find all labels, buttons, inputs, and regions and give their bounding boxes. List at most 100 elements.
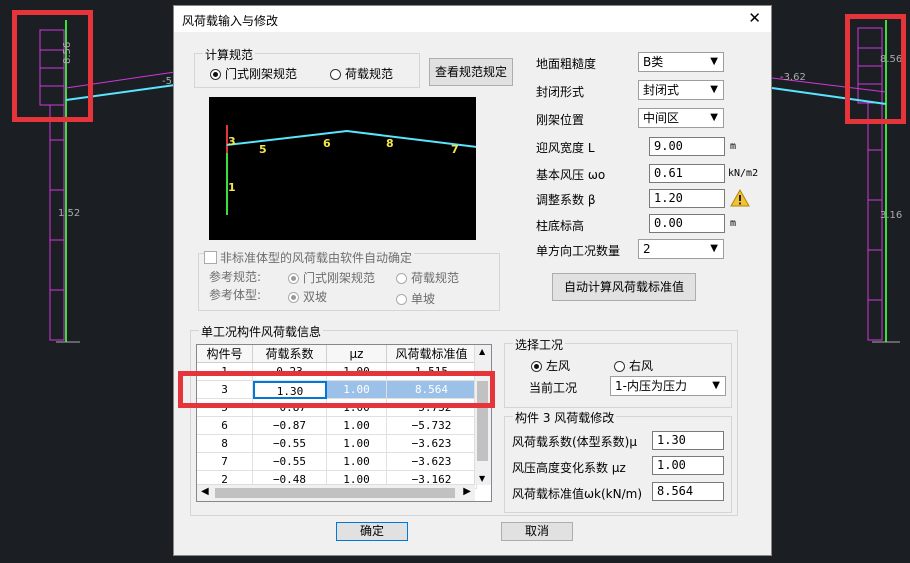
pressure-input[interactable]: 0.61 [649, 164, 725, 183]
ref-shape-label: 参考体型: [209, 288, 262, 302]
height-coef-input[interactable]: 1.00 [652, 456, 724, 475]
table-vscroll[interactable]: ▲ ▼ [474, 345, 491, 485]
preview-label-5: 5 [259, 143, 267, 156]
radio-checked-icon [531, 361, 542, 372]
pressure-unit: kN/m2 [728, 168, 759, 179]
right-dim-beam: -3.62 [780, 72, 806, 83]
radio-unchecked-icon [614, 361, 625, 372]
preview-label-6: 6 [323, 137, 331, 150]
radio-unchecked-icon [396, 294, 407, 305]
table-row[interactable]: 7 −0.55 1.00 −3.623 [197, 453, 477, 471]
col-mu-z[interactable]: μz [327, 345, 387, 363]
radio-left-wind[interactable]: 左风 [531, 357, 570, 374]
preview-label-7: 7 [451, 143, 459, 156]
adjust-label: 调整系数 β [536, 193, 596, 207]
current-case-select[interactable]: 1-内压为压力 ▼ [610, 376, 726, 396]
chevron-down-icon: ▼ [710, 84, 718, 95]
preview-label-8: 8 [386, 137, 394, 150]
right-dim-lower: 3.16 [880, 210, 902, 221]
preview-label-1: 1 [228, 181, 236, 194]
cell-mu-z: 1.00 [327, 453, 387, 471]
chevron-down-icon: ▼ [712, 380, 720, 391]
base-elev-label: 柱底标高 [536, 219, 585, 233]
frame-preview: 3 5 6 8 7 4 1 2 [209, 97, 487, 240]
nonstd-checkbox[interactable]: 非标准体型的风荷载由软件自动确定 [204, 249, 415, 266]
highlight-box-row [178, 371, 495, 408]
cell-member-no: 7 [197, 453, 253, 471]
closure-select[interactable]: 封闭式 ▼ [638, 80, 724, 100]
closure-label: 封闭形式 [536, 85, 585, 99]
frame-position-select[interactable]: 中间区 ▼ [638, 108, 724, 128]
col-std-value[interactable]: 风荷载标准值 [387, 345, 477, 363]
cell-std-value: −3.623 [387, 453, 477, 471]
radio-unchecked-icon [330, 69, 341, 80]
coef-input[interactable]: 1.30 [652, 431, 724, 450]
left-dim-beam: -5 [162, 76, 172, 87]
col-load-coef[interactable]: 荷载系数 [253, 345, 327, 363]
frame-position-label: 刚架位置 [536, 113, 585, 127]
base-elev-input[interactable]: 0.00 [649, 214, 725, 233]
cell-mu-z: 1.00 [327, 417, 387, 435]
checkbox-unchecked-icon [204, 251, 217, 264]
col-member-no[interactable]: 构件号 [197, 345, 253, 363]
radio-load-code[interactable]: 荷载规范 [330, 65, 393, 82]
radio-unchecked-icon [396, 273, 407, 284]
radio-right-wind[interactable]: 右风 [614, 357, 653, 374]
adjust-input[interactable]: 1.20 [649, 189, 725, 208]
coef-label: 风荷载系数(体型系数)μ [512, 435, 637, 449]
cell-load-coef[interactable]: −0.55 [253, 453, 327, 471]
current-case-label: 当前工况 [529, 381, 578, 395]
std-value-input[interactable]: 8.564 [652, 482, 724, 501]
modify-group-label: 构件 3 风荷载修改 [513, 409, 617, 426]
auto-calc-button[interactable]: 自动计算风荷载标准值 [552, 273, 696, 301]
dialog-titlebar: 风荷载输入与修改 ✕ [174, 6, 771, 32]
close-icon[interactable]: ✕ [748, 9, 761, 27]
roughness-select[interactable]: B类 ▼ [638, 52, 724, 72]
width-label: 迎风宽度 L [536, 141, 595, 155]
ok-button[interactable]: 确定 [336, 522, 408, 541]
dialog-title: 风荷载输入与修改 [182, 14, 279, 28]
cell-mu-z: 1.00 [327, 435, 387, 453]
radio-checked-icon [210, 69, 221, 80]
member-table: 构件号 荷载系数 μz 风荷载标准值 1 0.23 1.00 1.515 3 1.30 1.… [196, 344, 492, 502]
cell-member-no: 6 [197, 417, 253, 435]
ref-radio-double-slope[interactable]: 双坡 [288, 288, 327, 305]
base-elev-unit: m [730, 218, 737, 229]
width-unit: m [730, 141, 737, 152]
cell-member-no: 8 [197, 435, 253, 453]
table-header: 构件号 荷载系数 μz 风荷载标准值 [197, 345, 477, 363]
preview-label-3: 3 [228, 135, 236, 148]
left-dim-lower: 1.52 [58, 208, 80, 219]
case-count-select[interactable]: 2 ▼ [638, 239, 724, 259]
ref-radio-load-code[interactable]: 荷载规范 [396, 269, 459, 286]
ref-code-label: 参考规范: [209, 270, 262, 284]
roughness-label: 地面粗糙度 [536, 57, 597, 71]
cell-std-value: −3.623 [387, 435, 477, 453]
case-count-label: 单方向工况数量 [536, 244, 621, 258]
radio-portal-frame-code[interactable]: 门式刚架规范 [210, 65, 297, 82]
height-coef-label: 风压高度变化系数 μz [512, 461, 626, 475]
cell-std-value: −5.732 [387, 417, 477, 435]
highlight-box-left [12, 10, 93, 122]
cell-load-coef[interactable]: −0.87 [253, 417, 327, 435]
std-value-label: 风荷载标准值ωk(kN/m) [512, 487, 643, 501]
code-group-label: 计算规范 [203, 46, 256, 63]
wind-load-dialog: 风荷载输入与修改 ✕ 计算规范 门式刚架规范 荷载规范 查看规范规定 3 5 6… [173, 5, 772, 556]
chevron-down-icon: ▼ [710, 56, 718, 67]
view-code-button[interactable]: 查看规范规定 [429, 58, 513, 86]
table-row[interactable]: 6 −0.87 1.00 −5.732 [197, 417, 477, 435]
radio-checked-icon [288, 273, 299, 284]
cell-load-coef[interactable]: −0.55 [253, 435, 327, 453]
table-hscroll[interactable]: ◀ ▶ [197, 484, 475, 501]
warning-icon [730, 189, 750, 207]
table-row[interactable]: 8 −0.55 1.00 −3.623 [197, 435, 477, 453]
ref-radio-portal-frame[interactable]: 门式刚架规范 [288, 269, 375, 286]
width-input[interactable]: 9.00 [649, 137, 725, 156]
highlight-box-right [845, 14, 906, 124]
cancel-button[interactable]: 取消 [501, 522, 573, 541]
member-group-label: 单工况构件风荷载信息 [199, 323, 324, 340]
case-group-label: 选择工况 [513, 336, 566, 353]
chevron-down-icon: ▼ [710, 112, 718, 123]
ref-radio-single-slope[interactable]: 单坡 [396, 290, 435, 307]
hscroll-thumb[interactable] [215, 488, 455, 498]
